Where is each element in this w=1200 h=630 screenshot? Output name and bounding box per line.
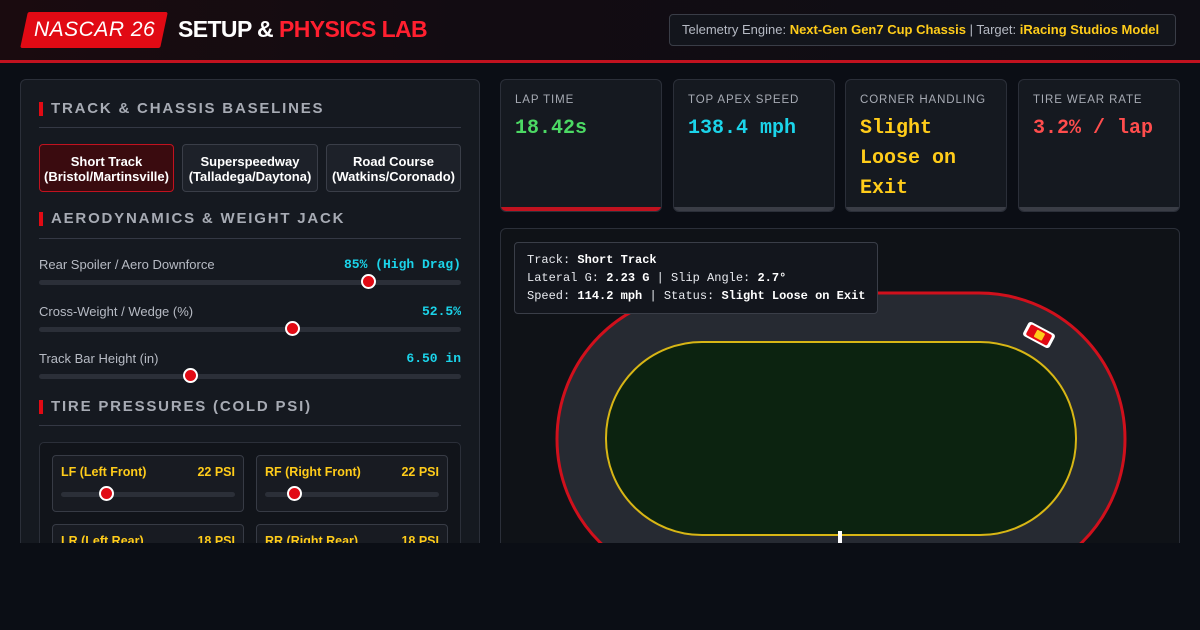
stat-accent-bar	[846, 207, 1006, 211]
tire-name: RF (Right Front)	[265, 465, 361, 479]
rf-pressure-slider[interactable]	[265, 486, 439, 501]
logo-text: NASCAR 26	[34, 18, 156, 41]
track-bar-value: 6.50 in	[406, 351, 461, 366]
slider-thumb[interactable]	[98, 486, 114, 501]
section-title-aero: AERODYNAMICS & WEIGHT JACK	[39, 210, 345, 227]
stat-label: TOP APEX SPEED	[688, 94, 800, 106]
stat-label: TIRE WEAR RATE	[1033, 94, 1143, 106]
stat-card-tire-wear: TIRE WEAR RATE 3.2% / lap	[1018, 79, 1180, 212]
tire-card-lf: LF (Left Front) 22 PSI	[52, 455, 244, 512]
stat-label: LAP TIME	[515, 94, 575, 106]
track-button-subtitle: (Watkins/Coronado)	[331, 169, 455, 184]
stat-accent-bar	[674, 207, 834, 211]
tooltip-status-label: | Status:	[649, 289, 715, 303]
tooltip-lateral-label: Lateral G:	[527, 271, 600, 285]
stat-card-corner-handling: CORNER HANDLING Slight Loose on Exit	[845, 79, 1007, 212]
section-divider	[39, 238, 461, 239]
track-button-title: Short Track	[70, 154, 143, 169]
stat-card-lap-time: LAP TIME 18.42s	[500, 79, 662, 212]
track-bar-label: Track Bar Height (in)	[39, 351, 159, 366]
track-button-superspeedway[interactable]: Superspeedway (Talladega/Daytona)	[182, 144, 318, 192]
rear-spoiler-label: Rear Spoiler / Aero Downforce	[39, 257, 215, 272]
track-button-subtitle: (Bristol/Martinsville)	[44, 169, 169, 184]
track-button-title: Superspeedway	[200, 154, 300, 169]
track-button-title: Road Course	[353, 154, 434, 169]
stat-value: 138.4 mph	[688, 117, 797, 140]
stat-accent-bar	[1019, 207, 1179, 211]
page-title-accent: PHYSICS LAB	[279, 16, 428, 42]
target-value: iRacing Studios Model	[1019, 22, 1160, 37]
cross-weight-slider[interactable]	[39, 321, 461, 336]
tire-psi: 22 PSI	[197, 465, 235, 479]
tooltip-status-value: Slight Loose on Exit	[721, 289, 866, 303]
tire-name: LF (Left Front)	[61, 465, 147, 479]
tooltip-track-value: Short Track	[577, 253, 657, 267]
cross-weight-label: Cross-Weight / Wedge (%)	[39, 304, 194, 319]
tooltip-slip-label: | Slip Angle:	[656, 271, 751, 285]
telemetry-engine-value: Next-Gen Gen7 Cup Chassis	[789, 22, 966, 37]
track-button-subtitle: (Talladega/Daytona)	[188, 169, 312, 184]
rear-spoiler-value: 85% (High Drag)	[343, 257, 461, 272]
tooltip-speed-value: 114.2 mph	[577, 289, 643, 303]
page-title: SETUP &	[178, 16, 274, 42]
section-divider	[39, 425, 461, 426]
track-infield	[605, 341, 1077, 536]
stat-value: 3.2% / lap	[1033, 117, 1154, 140]
stat-accent-bar	[501, 207, 661, 211]
stat-value: 18.42s	[515, 117, 588, 140]
viewport-bottom	[0, 543, 1200, 630]
cross-weight-value: 52.5%	[421, 304, 461, 319]
header-divider	[0, 60, 1200, 63]
stat-card-top-apex-speed: TOP APEX SPEED 138.4 mph	[673, 79, 835, 212]
tooltip-lateral-value: 2.23 G	[606, 271, 650, 285]
tooltip-track-label: Track:	[527, 253, 571, 267]
track-map-panel: Track: Short Track Lateral G: 2.23 G | S…	[500, 228, 1180, 558]
telemetry-label: Telemetry Engine:	[682, 22, 787, 37]
track-bar-slider[interactable]	[39, 368, 461, 383]
slider-thumb[interactable]	[360, 274, 376, 289]
slider-thumb[interactable]	[284, 321, 300, 336]
tooltip-slip-value: 2.7°	[757, 271, 787, 285]
telemetry-tooltip: Track: Short Track Lateral G: 2.23 G | S…	[514, 242, 878, 314]
stat-label: CORNER HANDLING	[860, 94, 986, 106]
tire-psi: 22 PSI	[401, 465, 439, 479]
track-button-road-course[interactable]: Road Course (Watkins/Coronado)	[326, 144, 461, 192]
target-label: | Target:	[969, 22, 1017, 37]
section-divider	[39, 127, 461, 128]
telemetry-engine-badge: Telemetry Engine: Next-Gen Gen7 Cup Chas…	[669, 14, 1176, 46]
section-title-tires: TIRE PRESSURES (COLD PSI)	[39, 398, 312, 415]
tooltip-speed-label: Speed:	[527, 289, 571, 303]
section-title-baselines: TRACK & CHASSIS BASELINES	[39, 100, 324, 117]
track-button-short-track[interactable]: Short Track (Bristol/Martinsville)	[39, 144, 174, 192]
tire-card-rf: RF (Right Front) 22 PSI	[256, 455, 448, 512]
stat-value: Slight Loose on Exit	[860, 117, 957, 200]
lf-pressure-slider[interactable]	[61, 486, 235, 501]
rear-spoiler-slider[interactable]	[39, 274, 461, 289]
slider-thumb[interactable]	[287, 486, 303, 501]
